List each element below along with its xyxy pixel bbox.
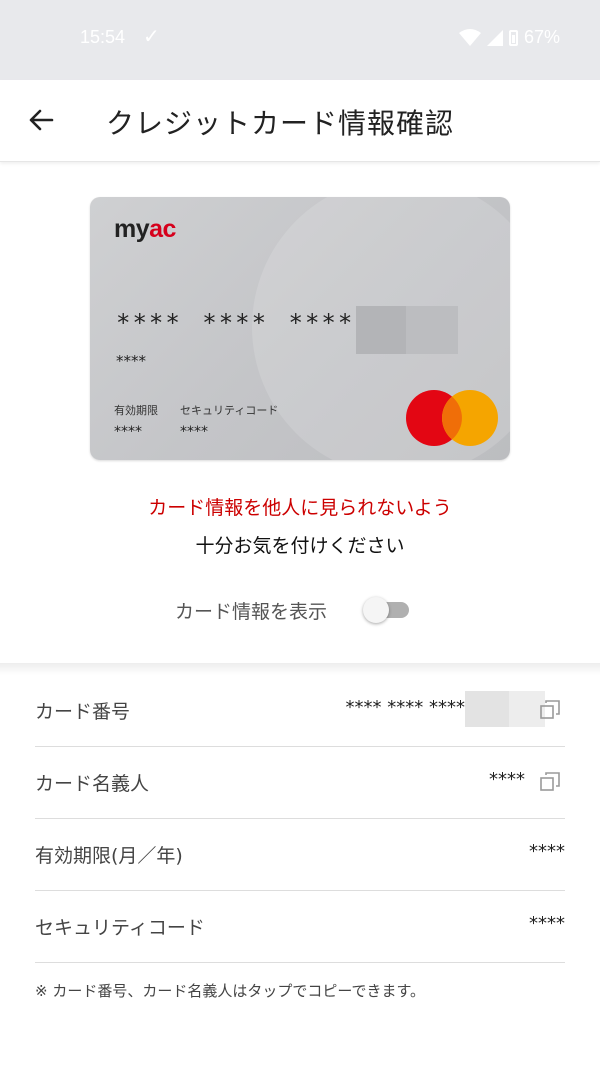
show-card-info-toggle[interactable] <box>363 597 409 623</box>
card-holder-value: **** <box>489 769 525 790</box>
card-number-row[interactable]: カード番号 **** **** **** <box>35 675 565 747</box>
row-label: セキュリティコード <box>35 917 205 939</box>
battery-icon <box>508 29 518 46</box>
row-label: カード番号 <box>35 701 131 723</box>
warning-text: 十分お気を付けください <box>195 535 405 557</box>
checkmark-icon: ✓ <box>143 24 160 48</box>
copy-icon[interactable] <box>539 771 561 793</box>
security-code-row: セキュリティコード **** <box>35 891 565 963</box>
card-number-masked: **** **** **** <box>116 309 355 337</box>
copy-icon[interactable] <box>539 699 561 721</box>
card-number-redaction <box>356 306 458 354</box>
card-holder-masked: **** <box>116 352 146 370</box>
page-title: クレジットカード情報確認 <box>106 107 455 140</box>
battery-percent: 67% <box>523 27 560 47</box>
show-card-info-label: カード情報を表示 <box>175 601 328 623</box>
section-divider <box>0 663 600 675</box>
signal-icon <box>486 29 503 46</box>
card-security-label: セキュリティコード <box>180 404 279 417</box>
footnote: ※ カード番号、カード名義人はタップでコピーできます。 <box>35 982 425 1000</box>
card-security-value: **** <box>180 424 208 440</box>
expiry-row: 有効期限(月／年) **** <box>35 819 565 891</box>
card-number-redaction <box>465 691 545 727</box>
card-expiry-label: 有効期限 <box>114 404 158 417</box>
mastercard-logo-icon <box>406 390 498 446</box>
security-code-value: **** <box>529 913 565 934</box>
status-indicators: 67% <box>458 27 560 48</box>
myac-logo: myac <box>114 215 176 243</box>
card-number-value: **** **** **** <box>345 697 465 718</box>
credit-card-image: myac **** **** **** **** 有効期限 セキュリティコード … <box>90 197 510 460</box>
app-bar: クレジットカード情報確認 <box>0 80 600 162</box>
warning-text-red: カード情報を他人に見られないよう <box>148 497 452 519</box>
expiry-value: **** <box>529 841 565 862</box>
card-expiry-value: **** <box>114 424 142 440</box>
row-label: カード名義人 <box>35 773 150 795</box>
card-holder-row[interactable]: カード名義人 **** <box>35 747 565 819</box>
back-arrow-icon[interactable] <box>24 102 60 138</box>
toggle-thumb <box>363 597 389 623</box>
status-time: 15:54 <box>80 27 126 47</box>
row-label: 有効期限(月／年) <box>35 845 183 867</box>
card-info-list: カード番号 **** **** **** カード名義人 **** 有効期限(月／… <box>35 675 565 963</box>
status-bar: 15:54 ✓ 67% <box>0 0 600 80</box>
wifi-icon <box>458 28 481 46</box>
